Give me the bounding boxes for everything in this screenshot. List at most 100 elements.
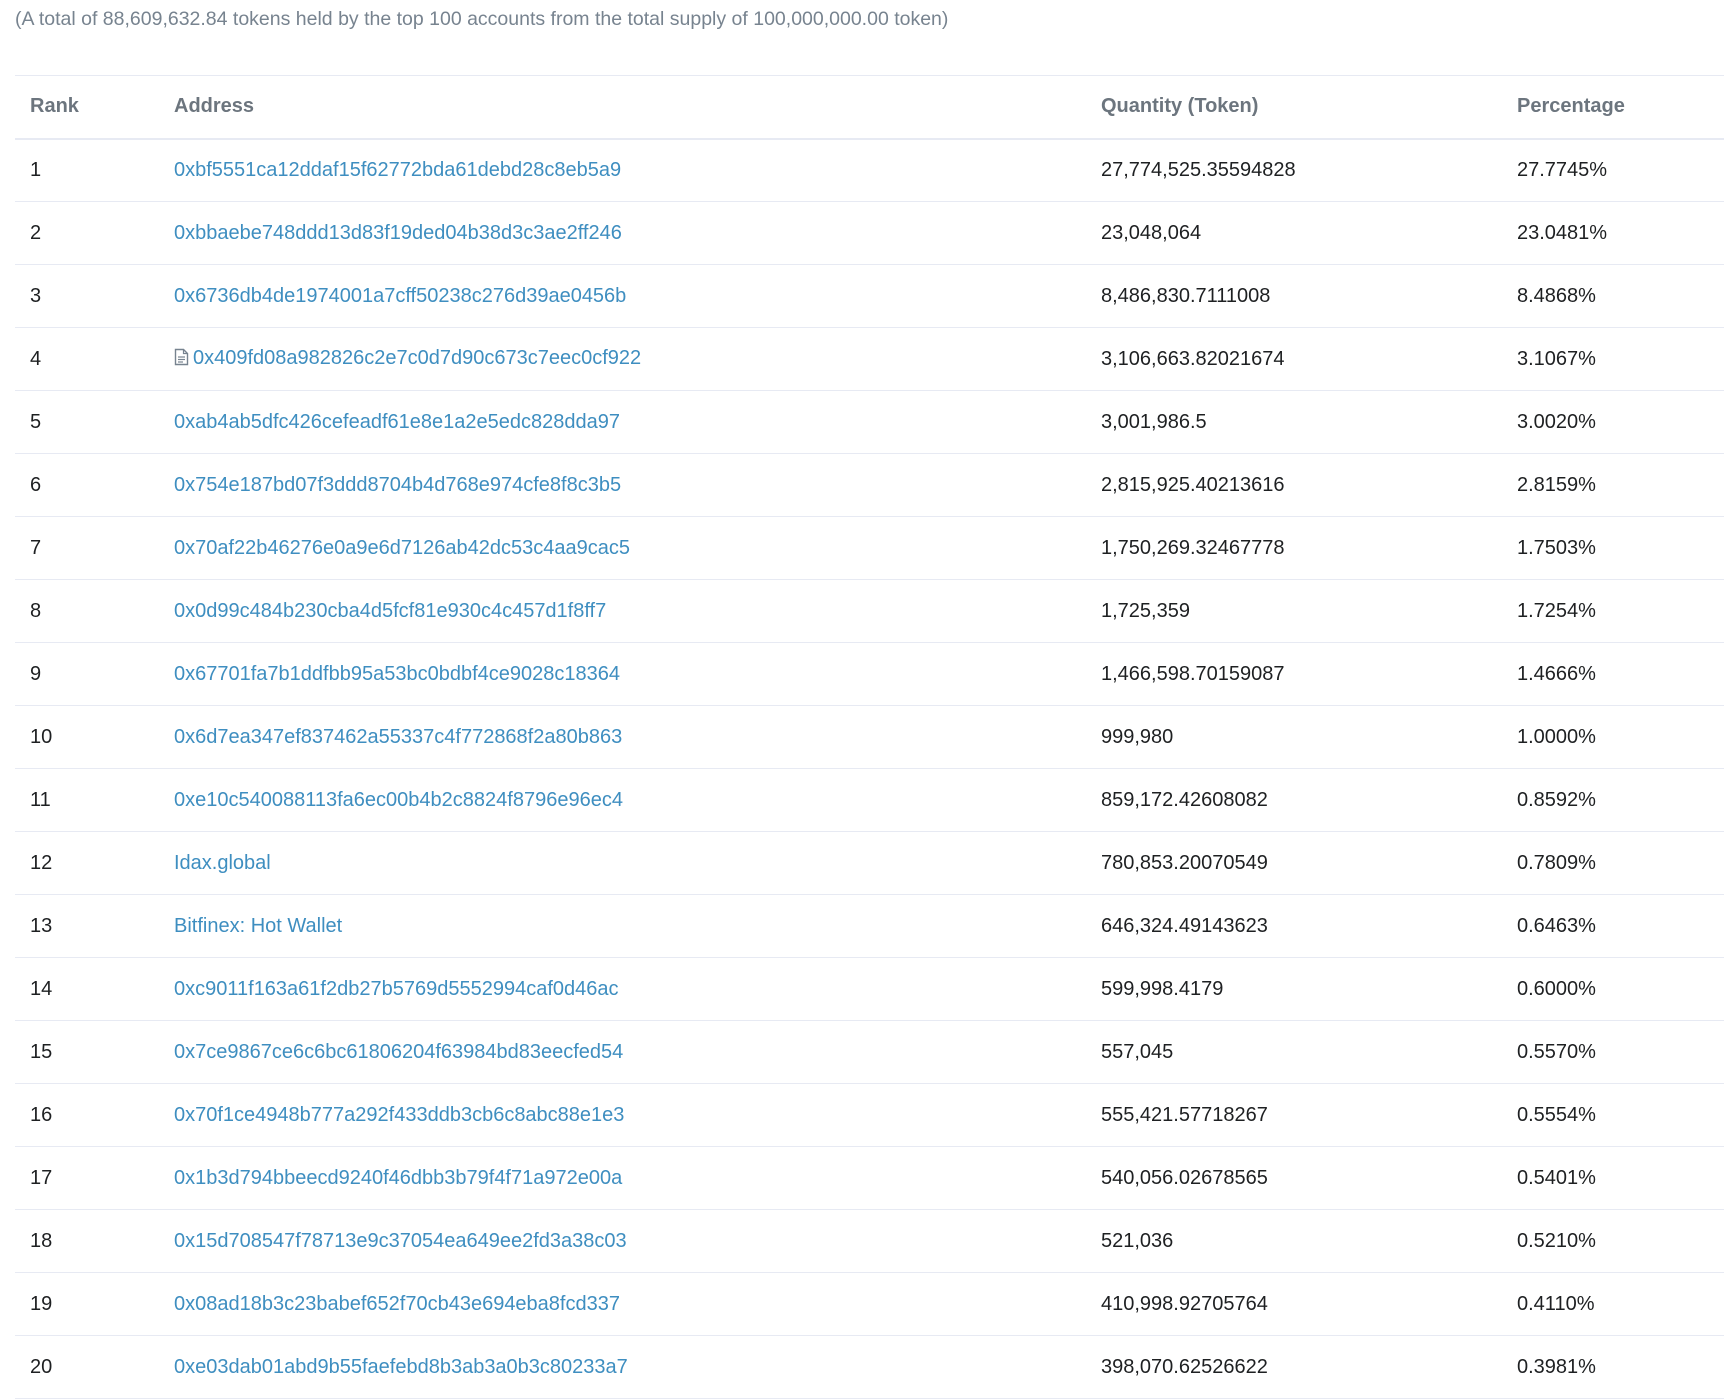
address-link[interactable]: 0xc9011f163a61f2db27b5769d5552994caf0d46… bbox=[174, 978, 619, 1000]
address-link[interactable]: 0x1b3d794bbeecd9240f46dbb3b79f4f71a972e0… bbox=[174, 1167, 622, 1189]
address-cell: 0xc9011f163a61f2db27b5769d5552994caf0d46… bbox=[159, 958, 1086, 1021]
percentage-cell: 1.4666% bbox=[1517, 662, 1596, 685]
table-row: 12 Idax.global 780,853.20070549 0.7809% bbox=[15, 832, 1724, 895]
address-link[interactable]: 0xbf5551ca12ddaf15f62772bda61debd28c8eb5… bbox=[174, 159, 621, 181]
table-row: 5 0xab4ab5dfc426cefeadf61e8e1a2e5edc828dd… bbox=[15, 391, 1724, 454]
quantity-cell: 3,106,663.82021674 bbox=[1101, 347, 1285, 370]
percentage-cell: 1.7254% bbox=[1517, 599, 1596, 622]
percentage-cell: 0.3981% bbox=[1517, 1355, 1596, 1378]
quantity-cell: 398,070.62526622 bbox=[1101, 1355, 1268, 1378]
address-link[interactable]: 0x70af22b46276e0a9e6d7126ab42dc53c4aa9ca… bbox=[174, 537, 630, 559]
rank-cell: 13 bbox=[30, 914, 53, 937]
rank-cell: 2 bbox=[30, 221, 42, 244]
table-row: 17 0x1b3d794bbeecd9240f46dbb3b79f4f71a972… bbox=[15, 1147, 1724, 1210]
percentage-cell: 1.7503% bbox=[1517, 536, 1596, 559]
address-link[interactable]: 0x7ce9867ce6c6bc61806204f63984bd83eecfed… bbox=[174, 1041, 623, 1063]
table-row: 1 0xbf5551ca12ddaf15f62772bda61debd28c8eb… bbox=[15, 139, 1724, 202]
address-link[interactable]: 0xab4ab5dfc426cefeadf61e8e1a2e5edc828dda… bbox=[174, 411, 620, 433]
table-row: 6 0x754e187bd07f3ddd8704b4d768e974cfe8f8c… bbox=[15, 454, 1724, 517]
address-cell: Bitfinex: Hot Wallet bbox=[159, 895, 1086, 958]
rank-cell: 17 bbox=[30, 1166, 53, 1189]
percentage-cell: 23.0481% bbox=[1517, 221, 1608, 244]
rank-cell: 16 bbox=[30, 1103, 53, 1126]
address-cell: Idax.global bbox=[159, 832, 1086, 895]
quantity-cell: 557,045 bbox=[1101, 1040, 1174, 1063]
address-cell: 0x70f1ce4948b777a292f433ddb3cb6c8abc88e1… bbox=[159, 1084, 1086, 1147]
table-header-row: Rank Address Quantity (Token) Percentage bbox=[15, 75, 1724, 139]
address-link[interactable]: 0xbbaebe748ddd13d83f19ded04b38d3c3ae2ff2… bbox=[174, 222, 622, 244]
table-row: 18 0x15d708547f78713e9c37054ea649ee2fd3a3… bbox=[15, 1210, 1724, 1273]
address-cell: 0x0d99c484b230cba4d5fcf81e930c4c457d1f8f… bbox=[159, 580, 1086, 643]
address-cell: 0xe03dab01abd9b55faefebd8b3ab3a0b3c80233… bbox=[159, 1336, 1086, 1399]
holders-summary: (A total of 88,609,632.84 tokens held by… bbox=[15, 8, 949, 30]
address-cell: 0xbf5551ca12ddaf15f62772bda61debd28c8eb5… bbox=[159, 139, 1086, 202]
quantity-cell: 646,324.49143623 bbox=[1101, 914, 1268, 937]
address-cell: 0x08ad18b3c23babef652f70cb43e694eba8fcd3… bbox=[159, 1273, 1086, 1336]
table-row: 14 0xc9011f163a61f2db27b5769d5552994caf0d… bbox=[15, 958, 1724, 1021]
quantity-cell: 8,486,830.7111008 bbox=[1101, 284, 1271, 307]
quantity-cell: 2,815,925.40213616 bbox=[1101, 473, 1285, 496]
rank-cell: 9 bbox=[30, 662, 42, 685]
rank-cell: 8 bbox=[30, 599, 42, 622]
percentage-cell: 3.0020% bbox=[1517, 410, 1596, 433]
percentage-cell: 2.8159% bbox=[1517, 473, 1596, 496]
address-link[interactable]: 0x67701fa7b1ddfbb95a53bc0bdbf4ce9028c183… bbox=[174, 663, 620, 685]
address-cell: 0x1b3d794bbeecd9240f46dbb3b79f4f71a972e0… bbox=[159, 1147, 1086, 1210]
address-link[interactable]: 0x754e187bd07f3ddd8704b4d768e974cfe8f8c3… bbox=[174, 474, 621, 496]
address-link[interactable]: 0x6d7ea347ef837462a55337c4f772868f2a80b8… bbox=[174, 726, 622, 748]
table-row: 7 0x70af22b46276e0a9e6d7126ab42dc53c4aa9c… bbox=[15, 517, 1724, 580]
rank-cell: 18 bbox=[30, 1229, 53, 1252]
token-holders-table: Rank Address Quantity (Token) Percentage… bbox=[15, 75, 1724, 1399]
address-link[interactable]: Idax.global bbox=[174, 852, 271, 874]
address-link[interactable]: 0x409fd08a982826c2e7c0d7d90c673c7eec0cf9… bbox=[193, 347, 641, 369]
percentage-cell: 0.6000% bbox=[1517, 977, 1596, 1000]
quantity-cell: 410,998.92705764 bbox=[1101, 1292, 1268, 1315]
table-row: 3 0x6736db4de1974001a7cff50238c276d39ae04… bbox=[15, 265, 1724, 328]
rank-cell: 3 bbox=[30, 284, 42, 307]
address-link[interactable]: 0x08ad18b3c23babef652f70cb43e694eba8fcd3… bbox=[174, 1293, 620, 1315]
contract-icon bbox=[174, 348, 189, 372]
quantity-cell: 3,001,986.5 bbox=[1101, 410, 1207, 433]
table-row: 11 0xe10c540088113fa6ec00b4b2c8824f8796e9… bbox=[15, 769, 1724, 832]
quantity-cell: 1,750,269.32467778 bbox=[1101, 536, 1285, 559]
rank-cell: 6 bbox=[30, 473, 42, 496]
percentage-cell: 0.7809% bbox=[1517, 851, 1596, 874]
address-cell: 0x70af22b46276e0a9e6d7126ab42dc53c4aa9ca… bbox=[159, 517, 1086, 580]
percentage-cell: 0.5570% bbox=[1517, 1040, 1596, 1063]
table-body: 1 0xbf5551ca12ddaf15f62772bda61debd28c8eb… bbox=[15, 139, 1724, 1399]
address-link[interactable]: 0x70f1ce4948b777a292f433ddb3cb6c8abc88e1… bbox=[174, 1104, 624, 1126]
quantity-cell: 780,853.20070549 bbox=[1101, 851, 1268, 874]
rank-cell: 5 bbox=[30, 410, 42, 433]
rank-cell: 10 bbox=[30, 725, 53, 748]
address-link[interactable]: 0x15d708547f78713e9c37054ea649ee2fd3a38c… bbox=[174, 1230, 627, 1252]
quantity-cell: 27,774,525.35594828 bbox=[1101, 158, 1296, 181]
rank-cell: 14 bbox=[30, 977, 53, 1000]
rank-cell: 15 bbox=[30, 1040, 53, 1063]
rank-cell: 19 bbox=[30, 1292, 53, 1315]
rank-cell: 1 bbox=[30, 158, 42, 181]
address-cell: 0x67701fa7b1ddfbb95a53bc0bdbf4ce9028c183… bbox=[159, 643, 1086, 706]
rank-cell: 11 bbox=[30, 788, 51, 811]
rank-cell: 7 bbox=[30, 536, 42, 559]
address-link[interactable]: 0x0d99c484b230cba4d5fcf81e930c4c457d1f8f… bbox=[174, 600, 606, 622]
table-row: 10 0x6d7ea347ef837462a55337c4f772868f2a80… bbox=[15, 706, 1724, 769]
table-row: 8 0x0d99c484b230cba4d5fcf81e930c4c457d1f8… bbox=[15, 580, 1724, 643]
address-link[interactable]: Bitfinex: Hot Wallet bbox=[174, 915, 342, 937]
percentage-cell: 0.5401% bbox=[1517, 1166, 1596, 1189]
address-link[interactable]: 0xe10c540088113fa6ec00b4b2c8824f8796e96e… bbox=[174, 789, 623, 811]
percentage-cell: 1.0000% bbox=[1517, 725, 1596, 748]
table-row: 20 0xe03dab01abd9b55faefebd8b3ab3a0b3c802… bbox=[15, 1336, 1724, 1399]
quantity-cell: 1,466,598.70159087 bbox=[1101, 662, 1285, 685]
quantity-cell: 555,421.57718267 bbox=[1101, 1103, 1268, 1126]
percentage-cell: 8.4868% bbox=[1517, 284, 1596, 307]
quantity-cell: 999,980 bbox=[1101, 725, 1174, 748]
table-row: 19 0x08ad18b3c23babef652f70cb43e694eba8fc… bbox=[15, 1273, 1724, 1336]
address-link[interactable]: 0xe03dab01abd9b55faefebd8b3ab3a0b3c80233… bbox=[174, 1356, 628, 1378]
quantity-cell: 1,725,359 bbox=[1101, 599, 1190, 622]
percentage-cell: 3.1067% bbox=[1517, 347, 1596, 370]
table-row: 2 0xbbaebe748ddd13d83f19ded04b38d3c3ae2ff… bbox=[15, 202, 1724, 265]
address-link[interactable]: 0x6736db4de1974001a7cff50238c276d39ae045… bbox=[174, 285, 626, 307]
rank-column-header: Rank bbox=[30, 95, 79, 118]
percentage-cell: 0.6463% bbox=[1517, 914, 1596, 937]
table-row: 4 0x409fd08a982826c2e7c0d7d90c673c7eec0cf… bbox=[15, 328, 1724, 391]
